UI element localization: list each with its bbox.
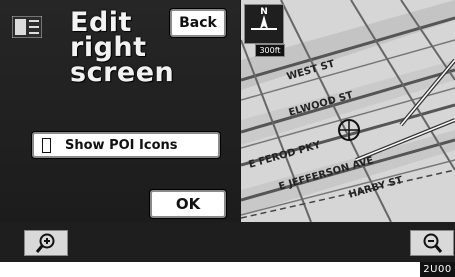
- show-poi-icons-button[interactable]: Show POI Icons: [32, 132, 220, 158]
- zoom-out-button[interactable]: [410, 230, 454, 256]
- menu-list-icon: [11, 15, 43, 39]
- compass-button[interactable]: N: [244, 4, 284, 44]
- poi-indicator: [42, 137, 51, 153]
- back-button[interactable]: Back: [170, 9, 226, 37]
- zoom-in-button[interactable]: [24, 230, 68, 256]
- zoom-in-icon: [35, 233, 55, 253]
- map-view[interactable]: WEST ST ELWOOD ST E FEROD PKY E JEFFERSO…: [241, 0, 455, 222]
- show-poi-icons-label: Show POI Icons: [65, 137, 178, 153]
- back-button-label: Back: [179, 15, 217, 31]
- compass-icon: N: [251, 7, 277, 30]
- page-title: Edit right screen: [70, 7, 175, 88]
- navigation-screen: Edit right screen Back Show POI Icons OK: [0, 0, 455, 262]
- map-scale: 300ft: [255, 44, 285, 57]
- ok-button[interactable]: OK: [150, 190, 226, 218]
- ok-button-label: OK: [175, 195, 201, 213]
- image-code: 2U00: [420, 262, 455, 277]
- bottom-bar: [0, 222, 455, 262]
- zoom-out-icon: [423, 233, 443, 253]
- settings-panel: Edit right screen Back Show POI Icons OK: [0, 0, 240, 222]
- compass-letter: N: [260, 7, 268, 17]
- position-marker-icon: [337, 118, 361, 142]
